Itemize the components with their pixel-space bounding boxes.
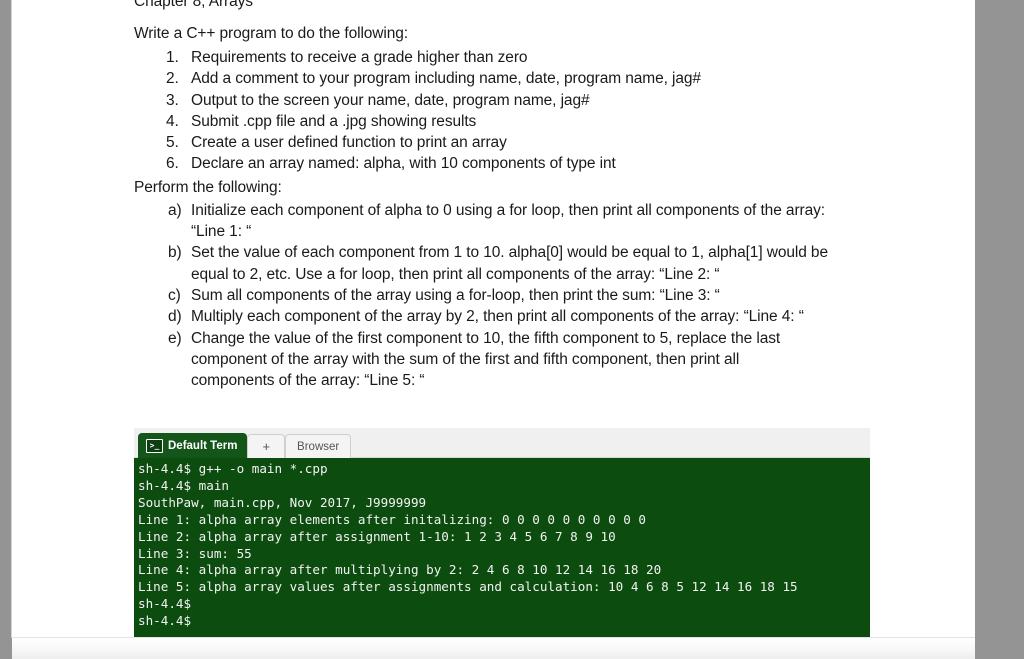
terminal-line: Line 1: alpha array elements after inita…	[138, 511, 646, 527]
list-item: 4. Submit .cpp file and a .jpg showing r…	[122, 111, 922, 132]
list-item: 5. Create a user defined function to pri…	[122, 132, 922, 153]
list-item-text-cont: components of the array: “Line 5: “	[191, 372, 425, 390]
list-item: d) Multiply each component of the array …	[122, 306, 922, 327]
list-item-text: Initialize each component of alpha to 0 …	[191, 201, 825, 219]
list-item-text-cont: “Line 1: “	[191, 223, 252, 241]
list-marker: c)	[168, 286, 181, 304]
terminal-tab-bar: >_ Default Term + Browser	[134, 428, 870, 458]
tab-default-term[interactable]: >_ Default Term	[138, 433, 248, 458]
list-marker: 6.	[166, 155, 179, 173]
document-page: Chapter 8, Arrays Write a C++ program to…	[12, 0, 975, 652]
list-item: 2. Add a comment to your program includi…	[122, 68, 922, 89]
list-marker: 1.	[166, 49, 179, 66]
list-item-text: Output to the screen your name, date, pr…	[191, 91, 590, 109]
list-item-text: Add a comment to your program including …	[191, 70, 701, 88]
list-marker: a)	[168, 201, 182, 219]
tab-label: Browser	[297, 440, 340, 453]
list-marker: 5.	[166, 134, 179, 152]
screenshot-viewport: Chapter 8, Arrays Write a C++ program to…	[0, 0, 1024, 659]
list-item: 1. Requirements to receive a grade highe…	[122, 47, 922, 68]
list-item: c) Sum all components of the array using…	[122, 285, 922, 306]
left-gutter	[0, 0, 12, 659]
document-body: Chapter 8, Arrays Write a C++ program to…	[122, 0, 922, 391]
right-gutter	[975, 0, 1024, 659]
terminal-line: Line 5: alpha array values after assignm…	[138, 579, 798, 595]
list-item-text: Declare an array named: alpha, with 10 c…	[191, 155, 616, 173]
list-item-text: Create a user defined function to print …	[191, 134, 507, 152]
page-bottom-strip	[12, 637, 975, 659]
list-item-text: Sum all components of the array using a …	[191, 286, 720, 304]
terminal-widget: >_ Default Term + Browser sh-4.4$ g++ -o…	[134, 428, 870, 652]
list-item: 3. Output to the screen your name, date,…	[122, 90, 922, 111]
terminal-line-clipped: sh-4.4$	[138, 613, 192, 629]
list-marker: 4.	[166, 112, 179, 130]
terminal-line: Line 2: alpha array after assignment 1-1…	[138, 528, 616, 544]
terminal-line: Line 3: sum: 55	[138, 545, 252, 561]
page-title: Chapter 8, Arrays	[134, 0, 253, 10]
list-item-text: Change the value of the first component …	[191, 329, 781, 347]
list-item-text: Submit .cpp file and a .jpg showing resu…	[191, 112, 477, 130]
list-marker: 3.	[166, 91, 179, 109]
terminal-line: Line 4: alpha array after multiplying by…	[138, 562, 662, 578]
list-item-text: Set the value of each component from 1 t…	[191, 244, 828, 262]
perform-label: Perform the following:	[134, 178, 282, 196]
list-item: b) Set the value of each component from …	[122, 242, 922, 285]
tab-browser[interactable]: Browser	[285, 434, 352, 458]
list-marker: e)	[168, 329, 182, 347]
intro-paragraph: Write a C++ program to do the following:	[134, 25, 408, 42]
plus-icon: +	[262, 439, 271, 454]
list-item-text: Requirements to receive a grade higher t…	[191, 49, 528, 66]
list-marker: 2.	[166, 70, 179, 88]
list-item-text: Multiply each component of the array by …	[191, 308, 804, 326]
list-item-text-cont: equal to 2, etc. Use a for loop, then pr…	[191, 265, 720, 283]
list-item: e) Change the value of the first compone…	[122, 328, 922, 392]
terminal-output[interactable]: sh-4.4$ g++ -o main *.cpp sh-4.4$ main S…	[134, 458, 870, 652]
terminal-icon: >_	[146, 438, 163, 453]
requirements-list: 1. Requirements to receive a grade highe…	[122, 47, 922, 175]
terminal-line: sh-4.4$ main	[138, 477, 229, 493]
tab-label: Default Term	[168, 439, 238, 452]
tasks-list: a) Initialize each component of alpha to…	[122, 200, 922, 392]
list-item: 6. Declare an array named: alpha, with 1…	[122, 153, 922, 174]
terminal-line: SouthPaw, main.cpp, Nov 2017, J9999999	[138, 494, 427, 510]
list-item-text-cont: component of the array with the sum of t…	[191, 350, 740, 368]
list-item: a) Initialize each component of alpha to…	[122, 200, 922, 243]
terminal-line: sh-4.4$	[138, 596, 192, 612]
terminal-line: sh-4.4$ g++ -o main *.cpp	[138, 461, 328, 476]
list-marker: b)	[168, 244, 182, 262]
list-marker: d)	[168, 308, 182, 326]
new-tab-button[interactable]: +	[247, 434, 286, 458]
